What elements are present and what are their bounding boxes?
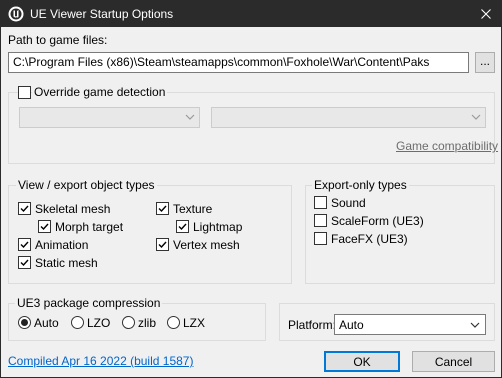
texture-checkbox[interactable] xyxy=(156,202,169,215)
vertex-mesh-label: Vertex mesh xyxy=(173,238,240,252)
sound-label: Sound xyxy=(331,196,366,210)
cancel-button-label: Cancel xyxy=(434,354,473,369)
chevron-down-icon xyxy=(185,114,195,120)
lightmap-checkbox[interactable] xyxy=(176,220,189,233)
override-detection-group xyxy=(8,92,495,164)
platform-select-value: Auto xyxy=(339,318,364,332)
facefx-checkbox[interactable] xyxy=(314,232,327,245)
checkmark-icon xyxy=(20,241,29,249)
override-detection-checkbox[interactable] xyxy=(18,86,31,99)
static-mesh-label: Static mesh xyxy=(35,256,98,270)
platform-label: Platform: xyxy=(288,318,337,332)
compression-auto-radio[interactable] xyxy=(18,316,31,329)
cancel-button[interactable]: Cancel xyxy=(412,351,495,372)
chevron-down-icon xyxy=(471,114,481,120)
startup-options-dialog: UE Viewer Startup Options Path to game f… xyxy=(0,0,502,378)
checkmark-icon xyxy=(20,205,29,213)
static-mesh-checkbox[interactable] xyxy=(18,256,31,269)
morph-target-label: Morph target xyxy=(55,220,124,234)
lightmap-label: Lightmap xyxy=(193,220,243,234)
checkmark-icon xyxy=(158,205,167,213)
compression-auto-label: Auto xyxy=(34,316,59,330)
window-title: UE Viewer Startup Options xyxy=(30,7,174,21)
texture-label: Texture xyxy=(173,202,213,216)
checkmark-icon xyxy=(158,241,167,249)
compression-title: UE3 package compression xyxy=(15,296,163,310)
compression-lzo-radio[interactable] xyxy=(71,316,84,329)
override-detection-label: Override game detection xyxy=(32,85,168,99)
radio-selected-dot xyxy=(21,319,28,326)
sound-checkbox[interactable] xyxy=(314,196,327,209)
chevron-down-icon xyxy=(470,322,480,328)
facefx-label: FaceFX (UE3) xyxy=(331,232,408,246)
morph-target-checkbox[interactable] xyxy=(38,220,51,233)
close-icon xyxy=(481,9,491,19)
export-only-title: Export-only types xyxy=(312,178,409,192)
checkmark-icon xyxy=(20,259,29,267)
game-select[interactable] xyxy=(19,107,200,128)
skeletal-mesh-label: Skeletal mesh xyxy=(35,202,111,216)
view-export-title: View / export object types xyxy=(16,178,157,192)
scaleform-label: ScaleForm (UE3) xyxy=(331,214,424,228)
browse-button-label: ... xyxy=(479,53,490,68)
compression-zlib-radio[interactable] xyxy=(122,316,135,329)
path-label: Path to game files: xyxy=(8,33,108,47)
browse-button[interactable]: ... xyxy=(475,52,495,73)
title-bar[interactable]: UE Viewer Startup Options xyxy=(1,1,501,27)
ok-button-label: OK xyxy=(353,354,371,369)
close-button[interactable] xyxy=(475,3,497,25)
animation-checkbox[interactable] xyxy=(18,238,31,251)
platform-select[interactable]: Auto xyxy=(334,314,486,335)
checkmark-icon xyxy=(40,223,49,231)
build-info-link[interactable]: Compiled Apr 16 2022 (build 1587) xyxy=(8,354,193,368)
unreal-engine-icon xyxy=(8,6,24,22)
skeletal-mesh-checkbox[interactable] xyxy=(18,202,31,215)
game-compatibility-link[interactable]: Game compatibility xyxy=(396,139,498,153)
vertex-mesh-checkbox[interactable] xyxy=(156,238,169,251)
ok-button[interactable]: OK xyxy=(324,351,400,372)
game-platform-select[interactable] xyxy=(211,107,486,128)
compression-lzx-label: LZX xyxy=(183,316,206,330)
compression-lzo-label: LZO xyxy=(87,316,111,330)
compression-zlib-label: zlib xyxy=(138,316,157,330)
game-path-value: C:\Program Files (x86)\Steam\steamapps\c… xyxy=(13,55,430,69)
compression-lzx-radio[interactable] xyxy=(167,316,180,329)
game-path-input[interactable]: C:\Program Files (x86)\Steam\steamapps\c… xyxy=(8,52,469,73)
animation-label: Animation xyxy=(35,238,89,252)
checkmark-icon xyxy=(178,223,187,231)
scaleform-checkbox[interactable] xyxy=(314,214,327,227)
